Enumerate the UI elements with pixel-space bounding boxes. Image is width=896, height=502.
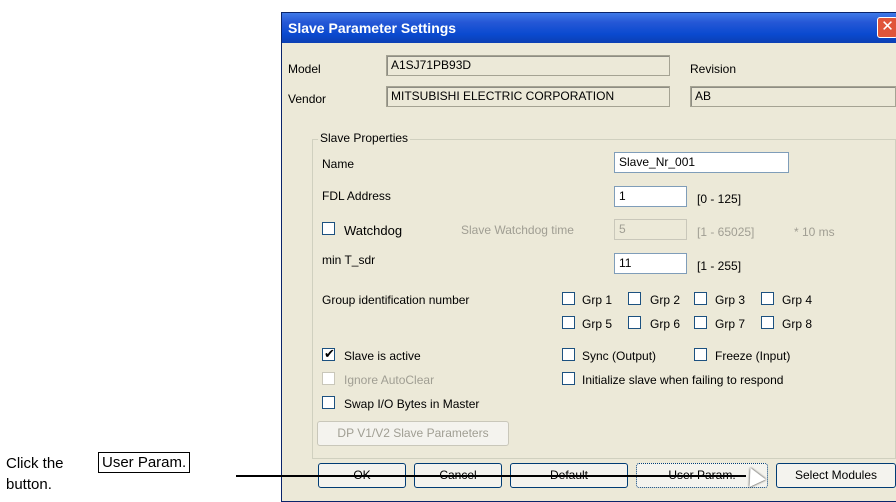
grp-6-checkbox[interactable] xyxy=(628,316,641,329)
grp-3-label: Grp 3 xyxy=(715,293,746,307)
swap-io-checkbox[interactable] xyxy=(322,396,335,409)
dialog-title: Slave Parameter Settings xyxy=(288,20,457,36)
swap-io-label: Swap I/O Bytes in Master xyxy=(344,397,480,411)
grp-2-label: Grp 2 xyxy=(650,293,681,307)
grp-1-label: Grp 1 xyxy=(582,293,613,307)
name-label: Name xyxy=(322,157,355,171)
freeze-input-checkbox[interactable] xyxy=(694,348,707,361)
watchdog-checkbox[interactable] xyxy=(322,222,335,235)
grp-8-label: Grp 8 xyxy=(782,317,813,331)
fdl-address-range: [0 - 125] xyxy=(697,192,742,206)
min-tsdr-label: min T_sdr xyxy=(322,253,376,267)
hint-prefix: Click the xyxy=(6,455,64,472)
fdl-address-label: FDL Address xyxy=(322,189,391,203)
grp-4-checkbox[interactable] xyxy=(761,292,774,305)
vendor-field: MITSUBISHI ELECTRIC CORPORATION xyxy=(386,86,670,107)
close-icon[interactable]: ✕ xyxy=(877,17,896,38)
freeze-input-label: Freeze (Input) xyxy=(715,349,791,363)
grp-7-checkbox[interactable] xyxy=(694,316,707,329)
grp-7-label: Grp 7 xyxy=(715,317,746,331)
grp-1-checkbox[interactable] xyxy=(562,292,575,305)
ignore-autoclear-label: Ignore AutoClear xyxy=(344,373,435,387)
slave-active-label: Slave is active xyxy=(344,349,421,363)
watchdog-time-label: Slave Watchdog time xyxy=(461,223,574,237)
dpv1-slave-parameters-button[interactable]: DP V1/V2 Slave Parameters xyxy=(317,421,509,446)
model-label: Model xyxy=(288,62,321,76)
revision-label: Revision xyxy=(690,62,737,76)
grp-2-checkbox[interactable] xyxy=(628,292,641,305)
ignore-autoclear-checkbox[interactable] xyxy=(322,372,335,385)
hint-suffix: button. xyxy=(6,476,52,493)
select-modules-button[interactable]: Select Modules xyxy=(776,463,896,488)
check-mark-icon: ✔ xyxy=(324,346,335,361)
watchdog-time-input[interactable]: 5 xyxy=(614,219,687,240)
grp-8-checkbox[interactable] xyxy=(761,316,774,329)
hint-user-param-box: User Param. xyxy=(98,452,191,473)
sync-output-label: Sync (Output) xyxy=(582,349,657,363)
grp-4-label: Grp 4 xyxy=(782,293,813,307)
dialog-titlebar[interactable]: Slave Parameter Settings ✕ xyxy=(282,13,896,43)
group-id-label: Group identification number xyxy=(322,293,470,307)
init-slave-checkbox[interactable] xyxy=(562,372,575,385)
min-tsdr-range: [1 - 255] xyxy=(697,259,742,273)
model-field: A1SJ71PB93D xyxy=(386,55,670,76)
grp-6-label: Grp 6 xyxy=(650,317,681,331)
sync-output-checkbox[interactable] xyxy=(562,348,575,361)
slave-properties-legend: Slave Properties xyxy=(318,131,411,145)
min-tsdr-input[interactable]: 11 xyxy=(614,253,687,274)
name-input[interactable]: Slave_Nr_001 xyxy=(614,152,789,173)
vendor-label: Vendor xyxy=(288,92,327,106)
callout-line xyxy=(236,475,746,477)
grp-3-checkbox[interactable] xyxy=(694,292,707,305)
fdl-address-input[interactable]: 1 xyxy=(614,186,687,207)
init-slave-label: Initialize slave when failing to respond xyxy=(582,373,784,387)
slave-active-checkbox[interactable]: ✔ xyxy=(322,346,335,361)
watchdog-time-range: [1 - 65025] xyxy=(697,225,755,239)
watchdog-label: Watchdog xyxy=(344,223,403,238)
watchdog-time-unit: * 10 ms xyxy=(794,225,835,239)
revision-field: AB xyxy=(690,86,896,107)
grp-5-checkbox[interactable] xyxy=(562,316,575,329)
grp-5-label: Grp 5 xyxy=(582,317,613,331)
